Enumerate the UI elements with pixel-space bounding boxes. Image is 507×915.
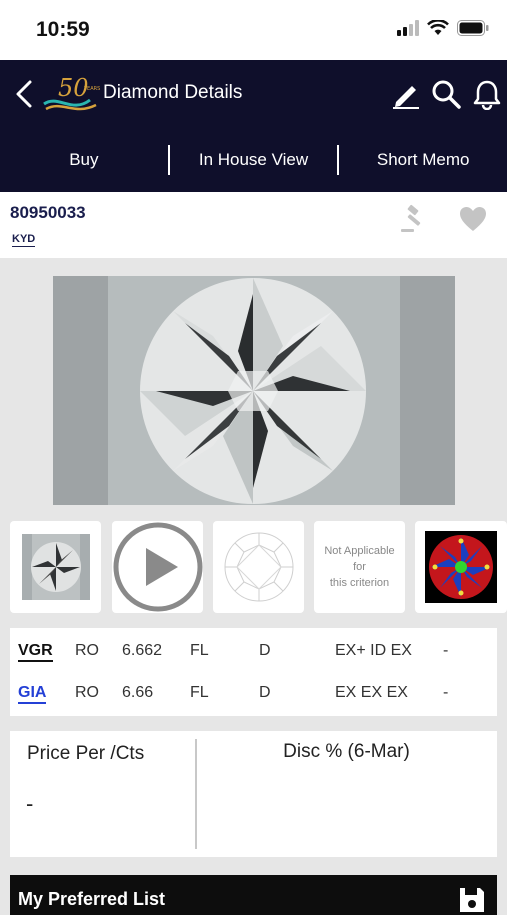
search-icon[interactable] — [430, 78, 462, 110]
battery-icon — [457, 20, 489, 36]
stone-id-row: 80950033 KYD — [0, 192, 507, 258]
tab-in-house-view[interactable]: In House View — [170, 150, 338, 170]
action-tabs: Buy In House View Short Memo — [0, 128, 507, 192]
cut-value: EX+ ID EX — [335, 642, 412, 659]
status-time: 10:59 — [36, 18, 90, 41]
page-title: Diamond Details — [103, 82, 243, 103]
thumb-photo[interactable] — [10, 521, 101, 613]
status-icons — [397, 20, 489, 36]
bell-icon[interactable] — [471, 78, 503, 110]
color-value: D — [259, 642, 271, 659]
table-row: GIA RO 6.66 FL D EX EX EX - — [10, 678, 497, 708]
na-line-1: Not Applicable — [324, 545, 395, 557]
grading-table: VGR RO 6.662 FL D EX+ ID EX - GIA RO 6.6… — [10, 628, 497, 716]
clarity-value: FL — [190, 684, 209, 701]
na-line-3: this criterion — [329, 577, 390, 589]
diamond-main-image[interactable] — [53, 276, 455, 505]
play-icon[interactable] — [113, 522, 203, 612]
tab-buy[interactable]: Buy — [0, 150, 168, 170]
thumb-not-applicable: Not Applicable for this criterion — [314, 521, 405, 613]
diamond-outline-icon — [224, 532, 293, 602]
shape-value: RO — [75, 684, 99, 701]
pencil-icon[interactable] — [390, 78, 422, 110]
back-icon[interactable] — [10, 76, 40, 112]
app-header: 50 YEARS Diamond Details — [0, 60, 507, 128]
extra-value: - — [443, 684, 449, 701]
thumb-video[interactable] — [112, 521, 203, 613]
preferred-list-bar[interactable]: My Preferred List — [10, 875, 497, 915]
vendor-code[interactable]: KYD — [12, 233, 36, 247]
stock-number: 80950033 — [10, 203, 86, 222]
signal-icon — [397, 20, 419, 36]
color-value: D — [259, 684, 271, 701]
tab-short-memo[interactable]: Short Memo — [339, 150, 507, 170]
gavel-icon[interactable] — [398, 204, 428, 234]
wifi-icon — [427, 20, 449, 35]
thumb-diagram[interactable] — [213, 521, 304, 613]
price-card: Price Per /Cts - Disc % (6-Mar) — [10, 731, 497, 857]
logo-small-text: YEARS — [83, 86, 100, 92]
price-per-carat-value: - — [26, 791, 34, 816]
shape-value: RO — [75, 642, 99, 659]
thumb-hearts-arrows[interactable] — [415, 521, 507, 613]
cut-value: EX EX EX — [335, 684, 408, 701]
extra-value: - — [443, 642, 449, 659]
heart-icon[interactable] — [458, 204, 488, 234]
clarity-value: FL — [190, 642, 209, 659]
lab-vgr-link[interactable]: VGR — [18, 642, 53, 662]
save-icon[interactable] — [457, 885, 487, 915]
status-bar: 10:59 — [0, 0, 507, 60]
table-row: VGR RO 6.662 FL D EX+ ID EX - — [10, 636, 497, 666]
weight-value: 6.66 — [122, 684, 154, 701]
discount-label: Disc % (6-Mar) — [283, 741, 410, 762]
media-thumbnails: Not Applicable for this criterion — [10, 521, 507, 613]
price-per-carat-label: Price Per /Cts — [27, 743, 145, 764]
brand-logo: 50 YEARS — [43, 74, 100, 111]
na-line-2: for — [353, 561, 366, 573]
lab-gia-link[interactable]: GIA — [18, 684, 47, 704]
weight-value: 6.662 — [122, 642, 163, 659]
